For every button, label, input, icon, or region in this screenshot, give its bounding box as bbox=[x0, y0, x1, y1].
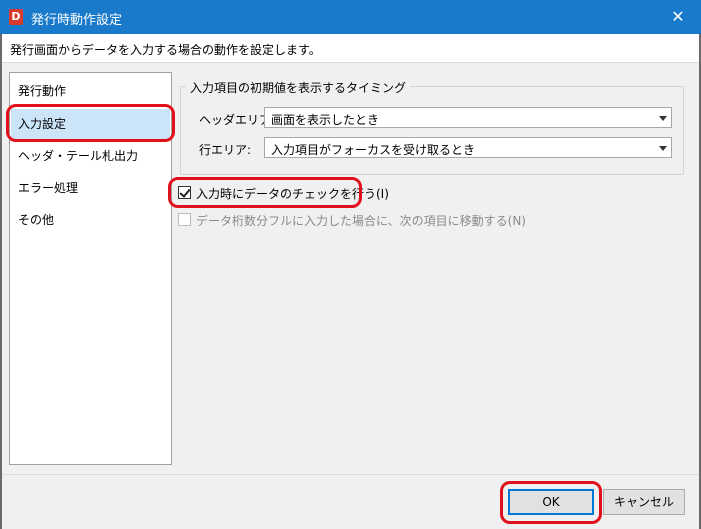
chevron-down-icon bbox=[659, 116, 667, 121]
title-bar: D 発行時動作設定 ✕ bbox=[0, 0, 701, 34]
checkmark-icon bbox=[179, 186, 191, 198]
sidebar-item-issue-action[interactable]: 発行動作 bbox=[11, 76, 170, 106]
timing-group-title: 入力項目の初期値を表示するタイミング bbox=[186, 79, 411, 96]
auto-move-label[interactable]: データ桁数分フルに入力した場合に、次の項目に移動する(N) bbox=[196, 212, 526, 229]
app-icon: D bbox=[9, 9, 23, 25]
description-text: 発行画面からデータを入力する場合の動作を設定します。 bbox=[10, 43, 321, 57]
sidebar-item-header-tail-output[interactable]: ヘッダ・テール札出力 bbox=[11, 141, 170, 171]
check-data-checkbox[interactable] bbox=[178, 186, 191, 199]
auto-move-checkbox[interactable] bbox=[178, 213, 191, 226]
sidebar-item-other[interactable]: その他 bbox=[11, 205, 170, 235]
button-bar-separator bbox=[2, 474, 699, 475]
sidebar-item-error-handling[interactable]: エラー処理 bbox=[11, 173, 170, 203]
chevron-down-icon bbox=[659, 146, 667, 151]
close-button[interactable]: ✕ bbox=[655, 0, 701, 34]
description-bar: 発行画面からデータを入力する場合の動作を設定します。 bbox=[2, 34, 699, 63]
cancel-button[interactable]: キャンセル bbox=[603, 489, 685, 515]
window-title: 発行時動作設定 bbox=[31, 13, 123, 28]
header-area-select[interactable]: 画面を表示したとき bbox=[264, 107, 672, 128]
header-area-select-value: 画面を表示したとき bbox=[271, 113, 380, 127]
sidebar-item-input-settings[interactable]: 入力設定 bbox=[11, 109, 170, 139]
timing-group-box bbox=[180, 86, 684, 175]
row-area-select-value: 入力項目がフォーカスを受け取るとき bbox=[271, 143, 476, 157]
settings-category-list: 発行動作 入力設定 ヘッダ・テール札出力 エラー処理 その他 bbox=[9, 72, 172, 465]
ok-button[interactable]: OK bbox=[508, 489, 594, 515]
row-area-label: 行エリア: bbox=[199, 143, 252, 157]
row-area-select[interactable]: 入力項目がフォーカスを受け取るとき bbox=[264, 137, 672, 158]
check-data-label[interactable]: 入力時にデータのチェックを行う(I) bbox=[196, 185, 389, 202]
